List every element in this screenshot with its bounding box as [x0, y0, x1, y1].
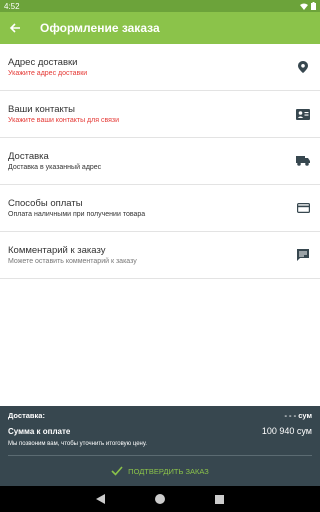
wifi-icon [300, 3, 308, 10]
recents-square-icon[interactable] [215, 494, 224, 504]
total-value: 100 940 сум [261, 426, 312, 436]
row-contacts[interactable]: Ваши контакты Укажите ваши контакты для … [0, 91, 320, 138]
confirm-order-label: ПОДТВЕРДИТЬ ЗАКАЗ [128, 466, 209, 476]
confirm-order-button[interactable]: ПОДТВЕРДИТЬ ЗАКАЗ [8, 456, 312, 486]
row-subtitle: Можете оставить комментарий к заказу [8, 257, 137, 265]
contact-card-icon [294, 105, 312, 123]
app-bar: Оформление заказа [0, 12, 320, 44]
delivery-cost-value: - - - сум [284, 410, 312, 420]
row-order-comment[interactable]: Комментарий к заказу Можете оставить ком… [0, 232, 320, 279]
row-subtitle: Оплата наличными при получении товара [8, 210, 146, 218]
row-subtitle: Укажите ваши контакты для связи [8, 116, 120, 124]
home-circle-icon[interactable] [155, 494, 165, 504]
system-nav-bar [0, 486, 320, 512]
check-icon [111, 466, 123, 476]
row-subtitle: Доставка в указанный адрес [8, 163, 102, 171]
comment-icon [294, 246, 312, 264]
order-summary: Доставка: - - - сум Сумма к оплате 100 9… [0, 406, 320, 486]
back-triangle-icon[interactable] [96, 494, 105, 504]
delivery-cost-label: Доставка: [8, 410, 45, 420]
credit-card-icon [294, 199, 312, 217]
row-label: Адрес доставки [8, 56, 78, 68]
location-pin-icon [294, 58, 312, 76]
row-payment-methods[interactable]: Способы оплаты Оплата наличными при полу… [0, 185, 320, 232]
row-label: Способы оплаты [8, 197, 83, 209]
total-label: Сумма к оплате [8, 426, 71, 436]
row-subtitle: Укажите адрес доставки [8, 69, 88, 77]
status-time: 4:52 [4, 1, 20, 11]
page-title: Оформление заказа [40, 21, 160, 35]
row-delivery-address[interactable]: Адрес доставки Укажите адрес доставки [0, 44, 320, 91]
battery-icon [311, 2, 316, 10]
row-label: Комментарий к заказу [8, 244, 106, 256]
status-bar: 4:52 [0, 0, 320, 12]
status-icons [300, 2, 316, 10]
arrow-back-icon [9, 23, 20, 33]
price-note: Мы позвоним вам, чтобы уточнить итоговую… [8, 441, 147, 447]
row-label: Доставка [8, 150, 49, 162]
row-delivery[interactable]: Доставка Доставка в указанный адрес [0, 138, 320, 185]
checkout-list: Адрес доставки Укажите адрес доставки Ва… [0, 44, 320, 279]
back-button[interactable] [0, 12, 30, 44]
truck-icon [294, 152, 312, 170]
row-label: Ваши контакты [8, 103, 75, 115]
